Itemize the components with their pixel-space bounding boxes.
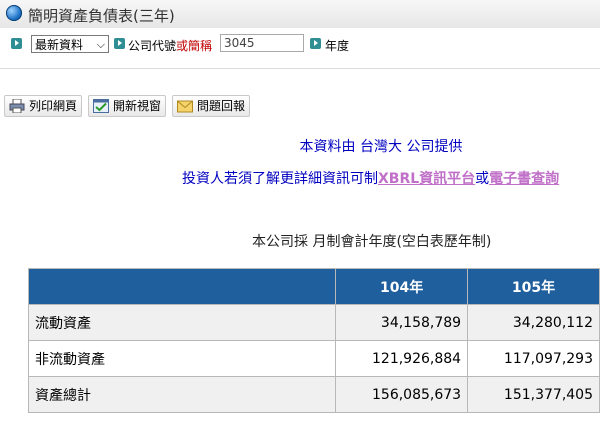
print-button[interactable]: 列印網頁 (4, 95, 83, 117)
row-value-104: 156,085,673 (335, 376, 469, 413)
row-item: 流動資產 (27, 304, 337, 341)
query-bar: 最新資料 ⌵ 公司代號或簡稱 3045 年度 (0, 28, 600, 69)
arrow-bullet-icon (310, 38, 321, 49)
new-window-label: 開新視窗 (113, 99, 162, 113)
table-header-row: 104年 105年 (27, 268, 600, 305)
title-bar: 簡明資產負債表(三年) (0, 0, 600, 29)
year-label: 年度 (325, 39, 350, 53)
column-header-105: 105年 (467, 268, 600, 305)
table-row: 資產總計 156,085,673 151,377,405 (27, 376, 600, 413)
row-item: 非流動資產 (27, 340, 337, 377)
column-header-item (27, 268, 337, 305)
provider-notice: 本資料由 台灣大 公司提供 (299, 139, 463, 155)
envelope-icon (177, 100, 193, 113)
company-code-input[interactable]: 3045 (220, 34, 304, 52)
chevron-down-icon: ⌵ (96, 38, 105, 51)
row-value-105: 34,280,112 (467, 304, 600, 341)
period-select[interactable]: 最新資料 ⌵ (31, 35, 109, 53)
table-row: 流動資產 34,158,789 34,280,112 (27, 304, 600, 341)
xbrl-link[interactable]: XBRL資訊平台 (378, 171, 475, 187)
globe-icon (6, 5, 22, 21)
printer-icon (9, 99, 25, 113)
fiscal-year-note: 本公司採 月制會計年度(空白表歷年制) (252, 234, 492, 250)
column-header-104: 104年 (335, 268, 469, 305)
company-code-label: 公司代號 (128, 39, 177, 53)
new-window-button[interactable]: 開新視窗 (88, 95, 167, 117)
or-text: 或 (475, 171, 490, 187)
arrow-bullet-icon (11, 38, 22, 49)
row-value-105: 151,377,405 (467, 376, 600, 413)
row-value-104: 121,926,884 (335, 340, 469, 377)
feedback-button[interactable]: 問題回報 (172, 95, 251, 117)
info-prefix: 投資人若須了解更詳細資訊可制 (182, 171, 378, 187)
row-value-104: 34,158,789 (335, 304, 469, 341)
company-label: 公司代號或簡稱 (128, 37, 212, 54)
info-notice: 投資人若須了解更詳細資訊可制XBRL資訊平台或電子書查詢 (182, 168, 559, 188)
page-title: 簡明資產負債表(三年) (28, 7, 175, 25)
table-row: 非流動資產 121,926,884 117,097,293 (27, 340, 600, 377)
row-value-105: 117,097,293 (467, 340, 600, 377)
balance-sheet-table: 104年 105年 流動資產 34,158,789 34,280,112 非流動… (27, 268, 600, 413)
arrow-bullet-icon (114, 38, 125, 49)
row-item: 資產總計 (27, 376, 337, 413)
window-check-icon (93, 99, 109, 113)
period-select-value: 最新資料 (35, 38, 84, 52)
print-label: 列印網頁 (29, 99, 78, 113)
feedback-label: 問題回報 (197, 99, 246, 113)
ebook-link[interactable]: 電子書查詢 (489, 171, 559, 187)
company-abbr-label: 或簡稱 (176, 39, 213, 53)
